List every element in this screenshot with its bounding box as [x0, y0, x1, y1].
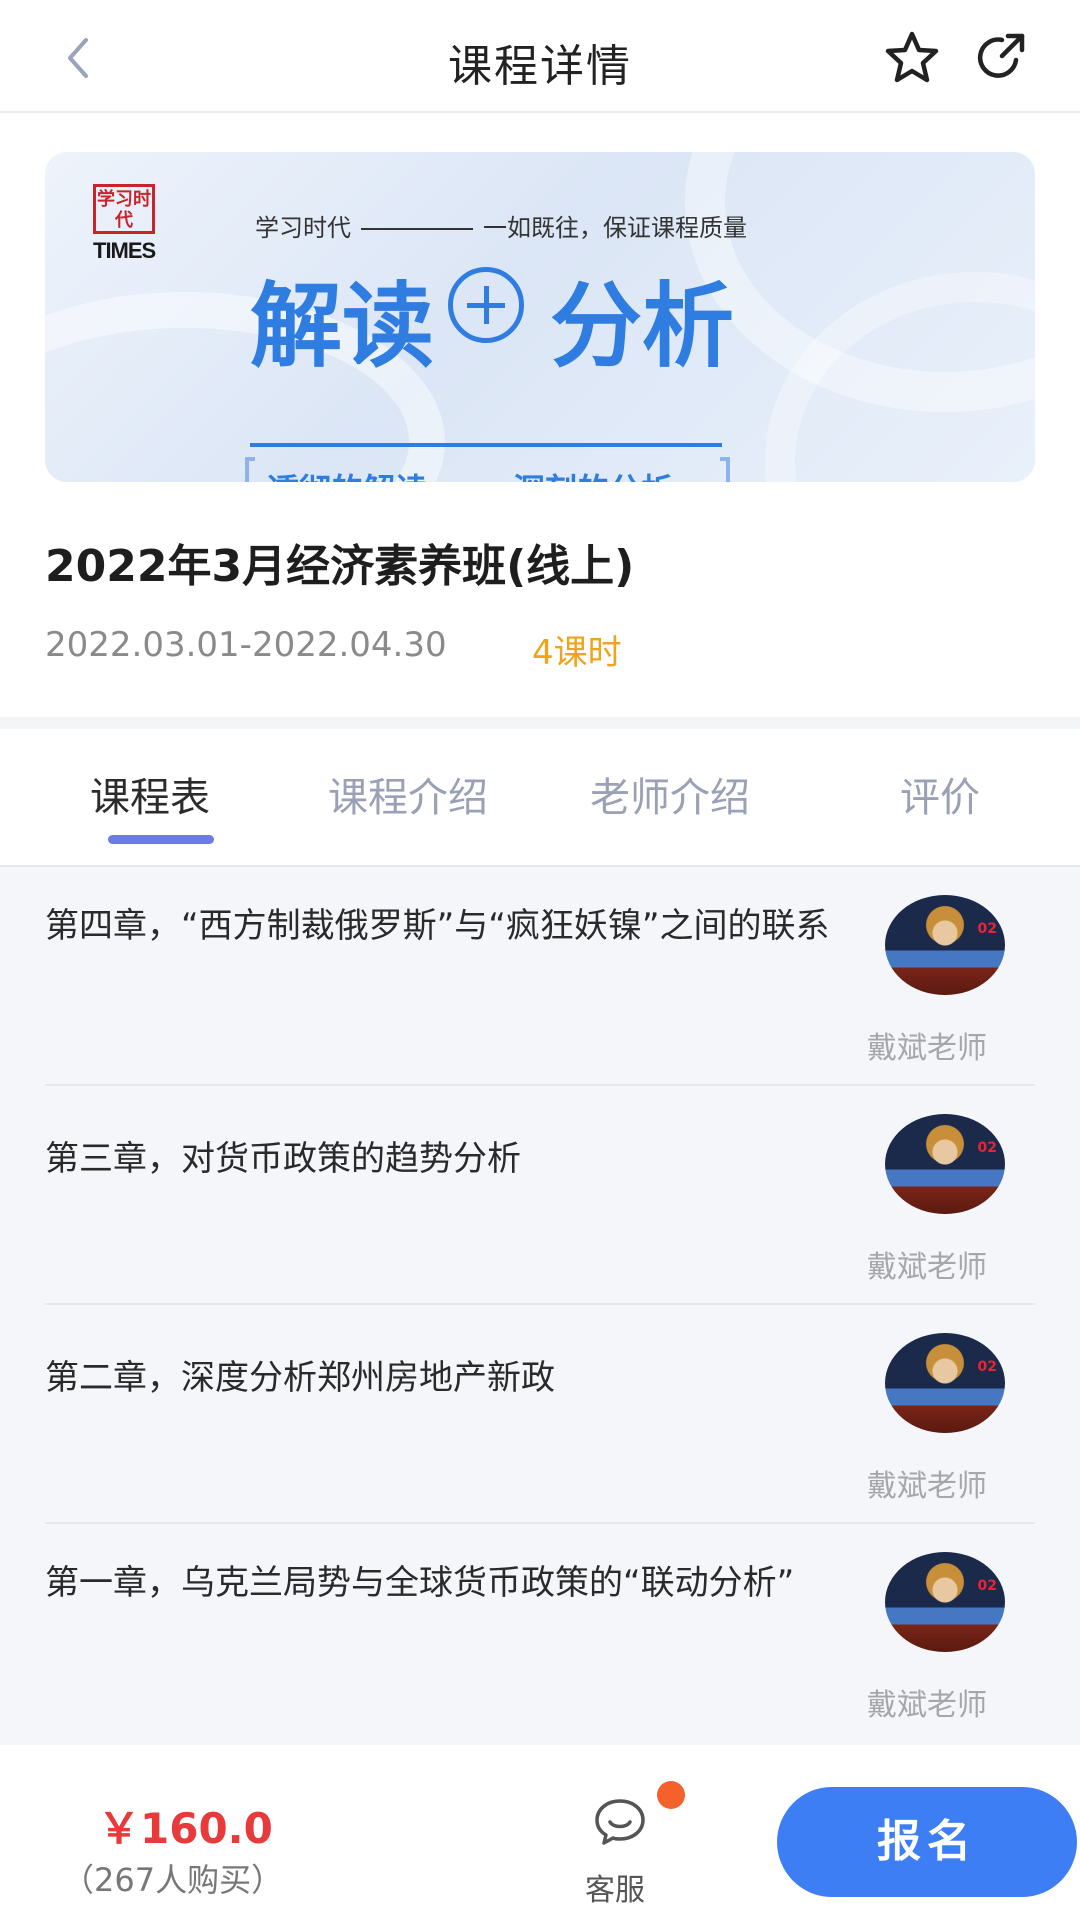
plus-circle-icon: [448, 267, 524, 343]
teacher-avatar: 02: [885, 1552, 1005, 1652]
teacher-name: 戴斌老师: [867, 1031, 987, 1066]
active-tab-indicator: [108, 835, 214, 844]
tagline-right: 一如既往，保证课程质量: [483, 214, 747, 242]
list-item[interactable]: 第三章，对货币政策的趋势分析 02 戴斌老师: [45, 1086, 1035, 1305]
course-hours: 4课时: [532, 633, 622, 673]
lesson-title: 第三章，对货币政策的趋势分析: [45, 1139, 521, 1179]
chat-bubble-icon: [595, 1799, 645, 1845]
list-item[interactable]: 第二章，深度分析郑州房地产新政 02 戴斌老师: [45, 1305, 1035, 1524]
tab-teacher-intro[interactable]: 老师介绍: [590, 765, 750, 823]
list-item[interactable]: 第一章，乌克兰局势与全球货币政策的“联动分析” 02 戴斌老师: [45, 1524, 1035, 1743]
lesson-title: 第四章，“西方制裁俄罗斯”与“疯狂妖镍”之间的联系: [45, 906, 830, 946]
headline-left: 解读: [250, 273, 435, 380]
list-item[interactable]: 第四章，“西方制裁俄罗斯”与“疯狂妖镍”之间的联系 02 戴斌老师: [45, 867, 1035, 1086]
buyer-count: （267人购买）: [62, 1861, 284, 1899]
tab-reviews[interactable]: 评价: [900, 765, 980, 823]
brand-logo: 学习时代 TIMES: [93, 184, 163, 264]
lesson-list: 第四章，“西方制裁俄罗斯”与“疯狂妖镍”之间的联系 02 戴斌老师 第三章，对货…: [0, 865, 1080, 1745]
lesson-title: 第二章，深度分析郑州房地产新政: [45, 1358, 555, 1398]
bracket-left: [245, 457, 255, 482]
banner-divider: [250, 443, 722, 447]
subtitle-left: 透彻的解读: [267, 465, 427, 482]
tagline-left: 学习时代: [255, 214, 351, 242]
teacher-avatar: 02: [885, 1114, 1005, 1214]
teacher-avatar: 02: [885, 1333, 1005, 1433]
customer-service-button[interactable]: 客服: [585, 1781, 685, 1908]
star-outline-icon[interactable]: [882, 30, 942, 86]
signup-button[interactable]: 报名: [777, 1787, 1077, 1897]
course-price: ￥160.0: [98, 1804, 273, 1853]
tab-schedule[interactable]: 课程表: [90, 765, 210, 823]
bracket-right: [720, 457, 730, 482]
lesson-title: 第一章，乌克兰局势与全球货币政策的“联动分析”: [45, 1563, 795, 1603]
section-divider: [0, 717, 1080, 729]
top-nav-bar: 课程详情: [0, 0, 1080, 113]
share-icon[interactable]: [972, 30, 1030, 86]
headline-right: 分析: [550, 273, 735, 380]
teacher-name: 戴斌老师: [867, 1250, 987, 1285]
banner-tagline: 学习时代 一如既往，保证课程质量: [255, 208, 747, 243]
banner-subtitle: 透彻的解读 深刻的分析: [245, 457, 730, 482]
teacher-avatar: 02: [885, 895, 1005, 995]
teacher-name: 戴斌老师: [867, 1688, 987, 1723]
bottom-action-bar: ￥160.0 （267人购买） 客服 报名: [0, 1745, 1080, 1920]
tab-course-intro[interactable]: 课程介绍: [328, 765, 488, 823]
subtitle-right: 深刻的分析: [513, 465, 673, 482]
logo-text: TIMES: [93, 238, 156, 263]
customer-service-label: 客服: [585, 1873, 645, 1908]
course-banner: 学习时代 TIMES 学习时代一如既往，保证课程质量 解读 分析 透彻的解读 深…: [45, 152, 1035, 482]
logo-seal: 学习时代: [93, 184, 155, 234]
teacher-name: 戴斌老师: [867, 1469, 987, 1504]
tab-bar: 课程表 课程介绍 老师介绍 评价: [0, 729, 1080, 865]
course-title: 2022年3月经济素养班(线上): [45, 541, 635, 592]
notification-dot: [657, 1781, 685, 1809]
course-date-range: 2022.03.01-2022.04.30: [45, 625, 447, 665]
